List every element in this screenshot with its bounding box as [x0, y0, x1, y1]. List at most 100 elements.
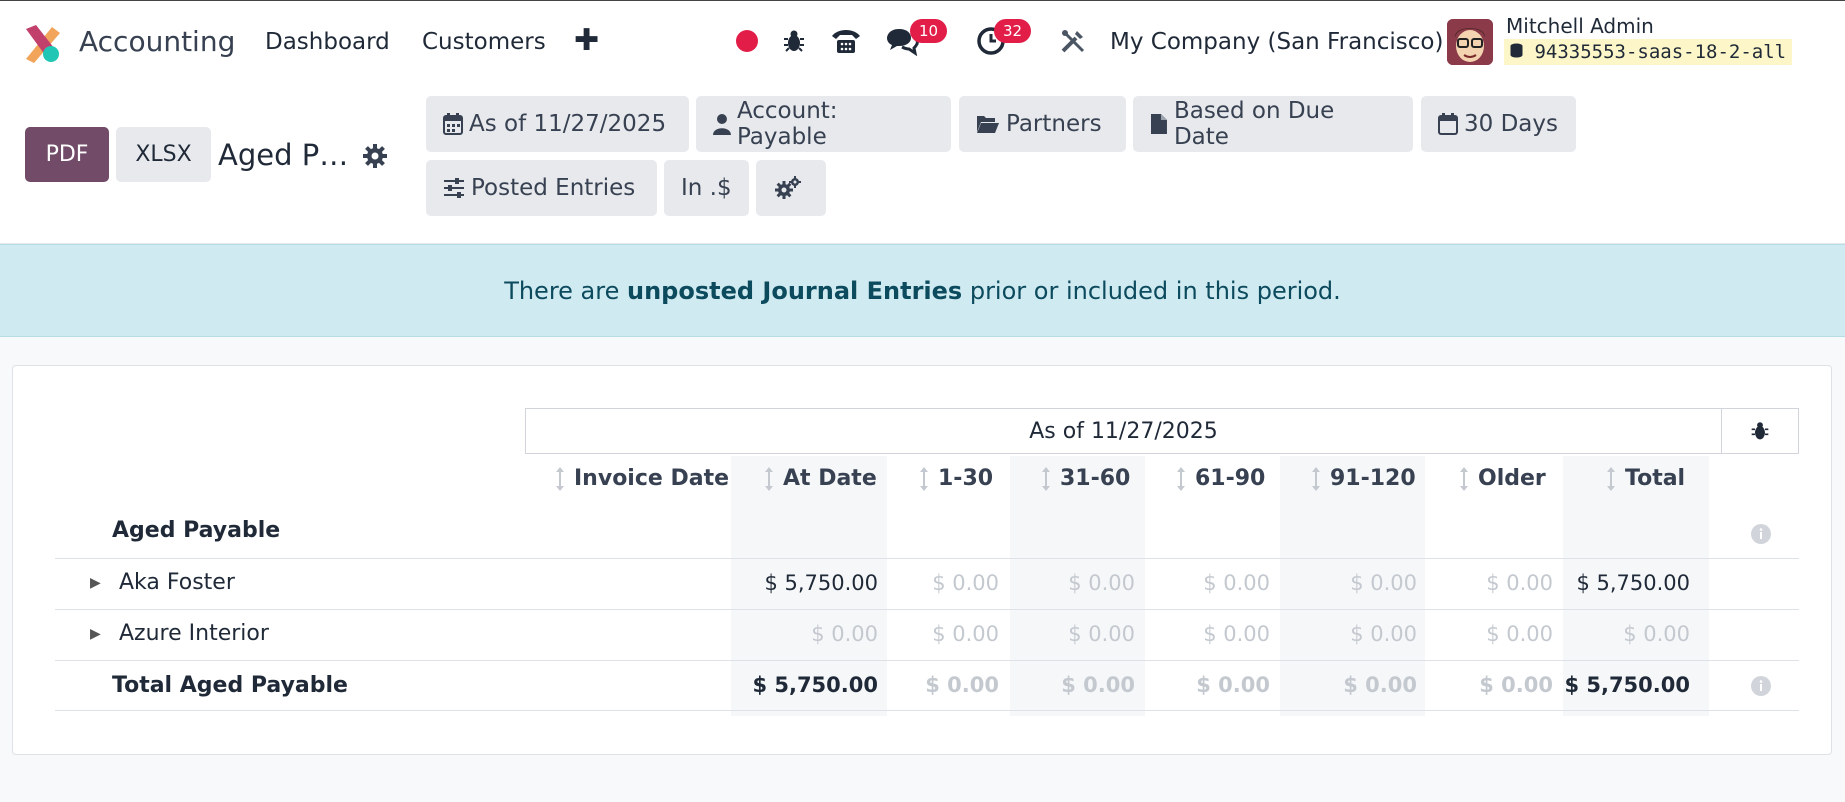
partners-filter-label: Partners: [1006, 111, 1102, 137]
cell-61-90: $ 0.00: [1203, 622, 1270, 646]
total-older: $ 0.00: [1479, 673, 1553, 697]
column-label: Older: [1478, 466, 1546, 491]
database-name: 94335553-saas-18-2-all: [1534, 41, 1787, 63]
pdf-button[interactable]: PDF: [25, 127, 109, 182]
messages-badge: 10: [910, 19, 948, 43]
phone-icon[interactable]: [828, 23, 864, 59]
row-divider: [55, 660, 1799, 661]
sort-icon: [1460, 466, 1468, 491]
total-at-date: $ 5,750.00: [752, 673, 878, 697]
report-title: Aged P…: [218, 138, 349, 172]
unposted-entries-alert: There are unposted Journal Entries prior…: [0, 244, 1845, 337]
cell-at-date: $ 0.00: [811, 622, 878, 646]
column-label: 91-120: [1330, 466, 1416, 491]
alert-link[interactable]: unposted Journal Entries: [627, 277, 962, 305]
sort-icon: [920, 466, 928, 491]
cell-1-30: $ 0.00: [932, 571, 999, 595]
nav-customers[interactable]: Customers: [422, 29, 546, 55]
interval-filter-label: 30 Days: [1464, 111, 1558, 137]
calendar-icon: [1438, 113, 1458, 135]
column-label: Total: [1625, 466, 1686, 491]
expand-caret-icon[interactable]: ▶: [90, 626, 101, 642]
record-icon[interactable]: [734, 23, 760, 59]
cell-total: $ 5,750.00: [1576, 571, 1690, 595]
sort-icon: [556, 466, 564, 491]
date-filter-button[interactable]: As of 11/27/2025: [426, 96, 689, 152]
cell-31-60: $ 0.00: [1068, 571, 1135, 595]
nav-dashboard[interactable]: Dashboard: [265, 29, 390, 55]
xlsx-button[interactable]: XLSX: [116, 127, 211, 182]
row-divider: [55, 710, 1799, 711]
column-total[interactable]: Total: [1607, 466, 1685, 491]
cell-older: $ 0.00: [1486, 622, 1553, 646]
user-icon: [713, 114, 731, 135]
cell-older: $ 0.00: [1486, 571, 1553, 595]
column-label: At Date: [783, 466, 877, 491]
calendar-icon: [443, 113, 463, 135]
cell-31-60: $ 0.00: [1068, 622, 1135, 646]
based-on-filter-button[interactable]: Based on Due Date: [1133, 96, 1413, 152]
options-cogs-button[interactable]: [756, 160, 826, 216]
cogs-icon: [775, 176, 801, 199]
total-61-90: $ 0.00: [1196, 673, 1270, 697]
top-navbar: Accounting Dashboard Customers ✚ 10 32 M…: [0, 0, 1845, 81]
partner-name[interactable]: Aka Foster: [119, 570, 235, 595]
sort-icon: [765, 466, 773, 491]
activities-badge: 32: [994, 19, 1032, 43]
database-icon: [1510, 43, 1523, 58]
date-filter-label: As of 11/27/2025: [469, 111, 667, 137]
folder-open-icon: [977, 116, 999, 133]
total-row-label: Total Aged Payable: [112, 673, 348, 698]
account-filter-button[interactable]: Account: Payable: [696, 96, 951, 152]
posted-entries-filter-button[interactable]: Posted Entries: [426, 160, 657, 216]
cell-at-date[interactable]: $ 5,750.00: [748, 571, 878, 595]
quick-create-plus-icon[interactable]: ✚: [574, 23, 599, 58]
user-avatar[interactable]: [1447, 19, 1493, 65]
total-91-120: $ 0.00: [1343, 673, 1417, 697]
currency-filter-button[interactable]: In .$: [664, 160, 749, 216]
column-at-date[interactable]: At Date: [765, 466, 877, 491]
alert-prefix: There are: [504, 276, 627, 305]
column-invoice-date[interactable]: Invoice Date: [556, 466, 729, 491]
column-older[interactable]: Older: [1460, 466, 1546, 491]
info-icon[interactable]: [1751, 676, 1771, 696]
interval-filter-button[interactable]: 30 Days: [1421, 96, 1576, 152]
row-divider: [55, 558, 1799, 559]
cell-91-120: $ 0.00: [1350, 571, 1417, 595]
app-name[interactable]: Accounting: [79, 25, 235, 58]
sort-icon: [1607, 466, 1615, 491]
column-61-90[interactable]: 61-90: [1177, 466, 1265, 491]
total-1-30: $ 0.00: [925, 673, 999, 697]
file-icon: [1150, 114, 1167, 134]
alert-suffix: prior or included in this period.: [962, 276, 1341, 305]
section-aged-payable: Aged Payable: [112, 518, 281, 543]
info-icon[interactable]: [1751, 524, 1771, 544]
column-label: 31-60: [1060, 466, 1131, 491]
sort-icon: [1312, 466, 1320, 491]
cell-61-90: $ 0.00: [1203, 571, 1270, 595]
partners-filter-button[interactable]: Partners: [959, 96, 1126, 152]
expand-caret-icon[interactable]: ▶: [90, 575, 101, 591]
company-switcher[interactable]: My Company (San Francisco): [1110, 29, 1443, 55]
column-91-120[interactable]: 91-120: [1312, 466, 1416, 491]
total-total: $ 5,750.00: [1564, 673, 1690, 697]
bug-icon: [1751, 422, 1769, 440]
sort-icon: [1177, 466, 1185, 491]
debug-column-header[interactable]: [1722, 408, 1799, 454]
user-name[interactable]: Mitchell Admin: [1506, 14, 1654, 38]
column-31-60[interactable]: 31-60: [1042, 466, 1130, 491]
cell-1-30: $ 0.00: [932, 622, 999, 646]
cell-91-120: $ 0.00: [1350, 622, 1417, 646]
column-1-30[interactable]: 1-30: [920, 466, 993, 491]
sliders-icon: [444, 178, 464, 198]
accounting-app-icon[interactable]: [22, 23, 62, 63]
posted-entries-filter-label: Posted Entries: [471, 175, 636, 201]
settings-tools-icon[interactable]: [1058, 23, 1088, 59]
partner-name[interactable]: Azure Interior: [119, 621, 269, 646]
debug-bug-icon[interactable]: [780, 23, 808, 59]
report-card: As of 11/27/2025 Invoice Date At Date 1-…: [12, 365, 1832, 755]
currency-filter-label: In .$: [681, 175, 732, 201]
cell-total: $ 0.00: [1623, 622, 1690, 646]
gear-icon[interactable]: [362, 143, 388, 169]
sort-icon: [1042, 466, 1050, 491]
